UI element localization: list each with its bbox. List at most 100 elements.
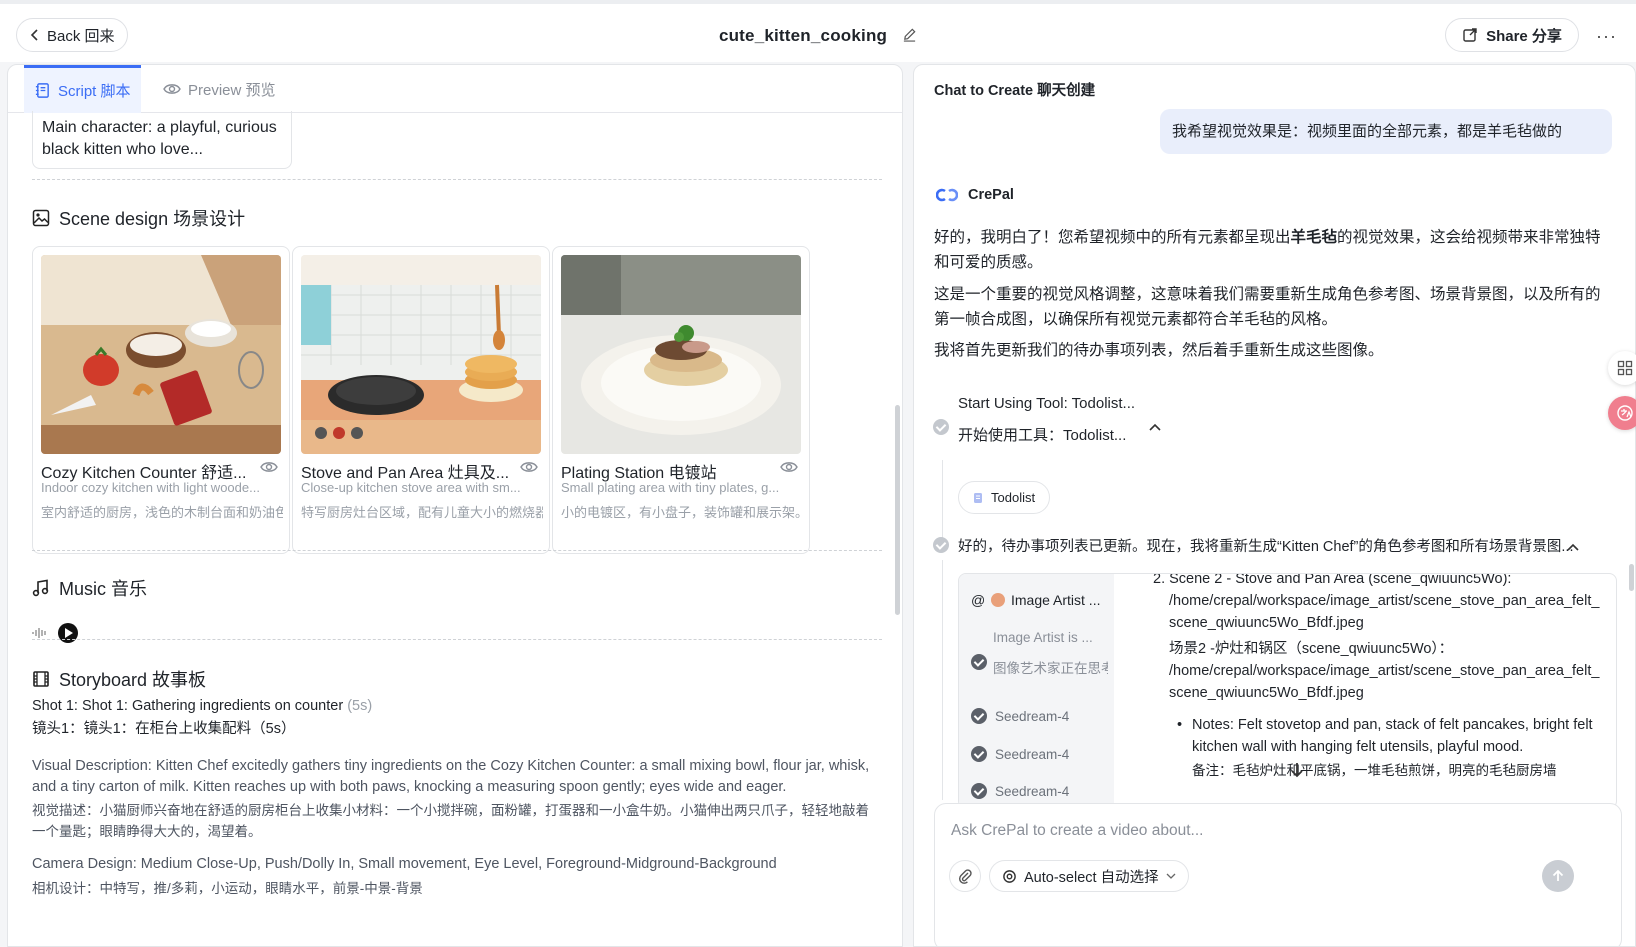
- image-icon: [32, 209, 50, 227]
- notes-cn: 备注：毛毡炉灶和平底锅，一堆毛毡煎饼，明亮的毛毡厨房墙: [1192, 763, 1557, 778]
- tool-check-icon: [933, 419, 949, 440]
- project-title: cute_kitten_cooking: [0, 26, 1636, 47]
- tab-script-label: Script 脚本: [58, 83, 131, 100]
- notes-en-text: Notes: Felt stovetop and pan, stack of f…: [1192, 717, 1593, 755]
- bot-name-text: CrePal: [968, 187, 1014, 203]
- apps-grid-icon[interactable]: [1608, 351, 1636, 385]
- storyboard-title: Storyboard 故事板: [59, 670, 207, 690]
- project-title-text: cute_kitten_cooking: [718, 26, 888, 45]
- seedream-step[interactable]: Seedream-4: [971, 708, 1069, 724]
- scene-desc-en: Indoor cozy kitchen with light woode...: [41, 480, 260, 495]
- seedream-label: Seedream-4: [995, 746, 1070, 762]
- scene-card-kitchen-counter[interactable]: Cozy Kitchen Counter 舒适... Indoor cozy k…: [32, 246, 290, 554]
- bot-header: CrePal: [936, 187, 1014, 203]
- scene-image-kitchen-counter[interactable]: [41, 255, 281, 454]
- script-panel: Script 脚本 Preview 预览 Main character: a p…: [7, 64, 903, 947]
- panel-tabs: Script 脚本 Preview 预览: [8, 65, 902, 113]
- character-description: Main character: a playful, curious black…: [42, 119, 277, 158]
- right-scrollbar[interactable]: [1629, 564, 1634, 591]
- bot-p1-part-a: 好的，我明白了！您希望视频中的所有元素都呈现出: [934, 229, 1291, 246]
- scene-design-title: Scene design 场景设计: [59, 209, 246, 229]
- storyboard-heading: Storyboard 故事板: [32, 666, 206, 692]
- check-icon: [971, 783, 987, 799]
- image-artist-sidebar: @ Image Artist ... Image Artist is ... 图…: [959, 574, 1114, 808]
- chat-input[interactable]: Ask CrePal to create a video about...: [951, 822, 1203, 840]
- divider: [32, 550, 882, 551]
- scene-line-2: 场景2 -炉灶和锅区（scene_qwiuunc5Wo）：: [1169, 641, 1454, 657]
- target-icon: [1003, 869, 1016, 883]
- scene-image-plating-station[interactable]: [561, 255, 801, 454]
- artist-thinking-en: Image Artist is ...: [993, 630, 1093, 645]
- bot-paragraph-3: 我将首先更新我们的待办事项列表，然后着手重新生成这些图像。: [934, 342, 1384, 359]
- chevron-up-icon[interactable]: [1148, 419, 1162, 437]
- model-select[interactable]: Auto-select 自动选择: [989, 860, 1189, 892]
- visual-description: Visual Description: Kitten Chef excitedl…: [32, 758, 870, 795]
- seedream-label: Seedream-4: [995, 783, 1070, 799]
- seedream-step[interactable]: Seedream-4: [971, 746, 1069, 762]
- thread-line: [942, 560, 943, 800]
- user-message: 我希望视觉效果是：视频里面的全部元素，都是羊毛毡做的: [1160, 109, 1612, 154]
- scene-line-1: 2. Scene 2 - Stove and Pan Area (scene_q…: [1153, 573, 1512, 587]
- more-options-button[interactable]: ···: [1596, 26, 1617, 47]
- preview-eye-icon[interactable]: [259, 460, 279, 479]
- model-select-label: Auto-select 自动选择: [1024, 869, 1159, 886]
- check-icon: [971, 708, 987, 724]
- check-icon: [971, 746, 987, 762]
- camera-design: Camera Design: Medium Close-Up, Push/Dol…: [32, 856, 777, 872]
- share-button[interactable]: Share 分享: [1445, 18, 1579, 52]
- crepal-logo-icon: [936, 188, 958, 202]
- image-artist-output: 2. Scene 2 - Stove and Pan Area (scene_q…: [1131, 574, 1606, 782]
- play-button[interactable]: [58, 623, 78, 643]
- check-icon: [971, 654, 987, 675]
- todolist-label: Todolist: [991, 490, 1036, 505]
- film-icon: [33, 671, 49, 687]
- shot-title-cn: 镜头1：镜头1：在柜台上收集配料（5s）: [32, 721, 296, 737]
- preview-eye-icon[interactable]: [519, 460, 539, 479]
- chat-panel: Chat to Create 聊天创建 我希望视觉效果是：视频里面的全部元素，都…: [913, 64, 1636, 947]
- scene-path-1: /home/crepal/workspace/image_artist/scen…: [1169, 593, 1600, 631]
- preview-eye-icon[interactable]: [779, 460, 799, 479]
- tab-script[interactable]: Script 脚本: [24, 65, 141, 113]
- chat-input-area: Ask CrePal to create a video about... Au…: [934, 803, 1622, 946]
- scene-path-2: /home/crepal/workspace/image_artist/scen…: [1169, 663, 1600, 701]
- send-button[interactable]: [1542, 860, 1574, 892]
- scene-card-plating-station[interactable]: Plating Station 电镀站 Small plating area w…: [552, 246, 810, 554]
- bot-paragraph-1: 好的，我明白了！您希望视频中的所有元素都呈现出羊毛毡的视觉效果，这会给视频带来非…: [934, 225, 1609, 275]
- tab-preview[interactable]: Preview 预览: [153, 65, 286, 113]
- scroll-down-icon[interactable]: [1289, 761, 1305, 784]
- left-scrollbar[interactable]: [895, 405, 900, 615]
- scene-card-stove-pan[interactable]: Stove and Pan Area 灶具及... Close-up kitch…: [292, 246, 550, 554]
- translate-icon[interactable]: [1608, 396, 1636, 430]
- scene-desc-cn: 特写厨房灶台区域，配有儿童大小的燃烧器: [301, 505, 543, 520]
- tool-start-en: Start Using Tool: Todolist...: [958, 395, 1136, 412]
- artist-head-text: Image Artist ...: [1011, 592, 1101, 608]
- scene-desc-cn: 小的电镀区，有小盘子，装饰罐和展示架。: [561, 505, 803, 520]
- seedream-label: Seedream-4: [995, 708, 1070, 724]
- music-note-icon: [32, 579, 49, 597]
- seedream-step[interactable]: Seedream-4: [971, 783, 1069, 799]
- artist-thinking-cn: 图像艺术家正在思考: [993, 661, 1108, 676]
- eye-icon: [163, 84, 181, 94]
- chevron-down-icon: [1166, 873, 1176, 879]
- bot-p1-bold: 羊毛毡: [1290, 229, 1338, 246]
- character-card[interactable]: Main character: a playful, curious black…: [32, 111, 292, 169]
- chevron-up-icon[interactable]: [1566, 539, 1580, 557]
- shot-title[interactable]: Shot 1: Shot 1: Gathering ingredients on…: [32, 696, 882, 717]
- edit-pencil-icon[interactable]: [902, 27, 917, 47]
- tool-start-cn: 开始使用工具：Todolist...: [958, 427, 1127, 444]
- todolist-chip[interactable]: Todolist: [958, 481, 1051, 514]
- divider: [32, 639, 882, 640]
- todolist-icon: [974, 492, 982, 503]
- image-artist-header[interactable]: @ Image Artist ...: [971, 592, 1100, 608]
- scene-desc-cn: 室内舒适的厨房，浅色的木制台面和奶油色: [41, 505, 283, 520]
- scene-image-stove-pan[interactable]: [301, 255, 541, 454]
- attach-button[interactable]: [949, 860, 981, 892]
- paperclip-icon: [958, 869, 972, 884]
- bot-paragraph-2: 这是一个重要的视觉风格调整，这意味着我们需要重新生成角色参考图、场景背景图，以及…: [934, 286, 1601, 328]
- waveform-icon: [32, 628, 46, 638]
- status-message: 好的，待办事项列表已更新。现在，我将重新生成“Kitten Chef”的角色参考…: [958, 539, 1574, 555]
- image-artist-panel: @ Image Artist ... Image Artist is ... 图…: [958, 573, 1617, 809]
- divider: [32, 179, 882, 180]
- arrow-up-icon: [1552, 869, 1564, 881]
- share-icon: [1463, 28, 1477, 42]
